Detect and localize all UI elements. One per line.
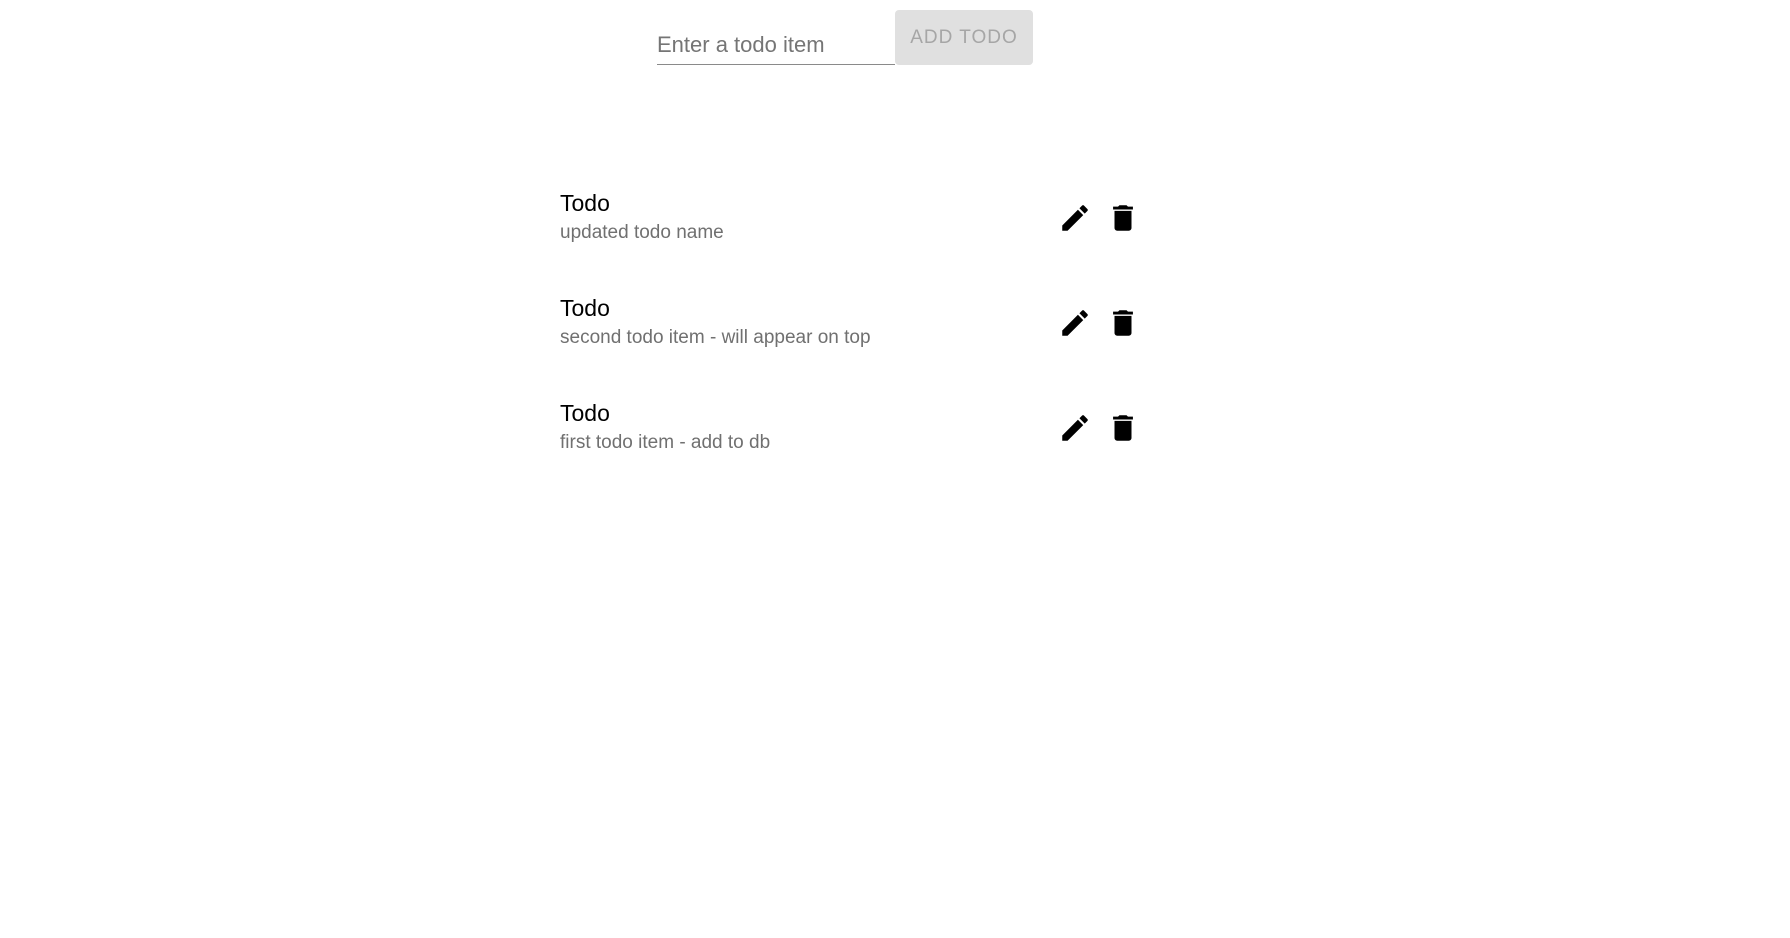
todo-text: Todo first todo item - add to db bbox=[560, 399, 770, 456]
todo-list-item: Todo first todo item - add to db bbox=[560, 385, 1150, 490]
trash-icon bbox=[1113, 205, 1133, 231]
pencil-icon bbox=[1062, 205, 1088, 231]
todo-app: ADD TODO Todo updated todo name Todo sec… bbox=[0, 0, 1790, 938]
todo-actions bbox=[1058, 201, 1140, 235]
delete-todo-button[interactable] bbox=[1106, 411, 1140, 445]
todo-list-item: Todo updated todo name bbox=[560, 175, 1150, 280]
add-todo-button[interactable]: ADD TODO bbox=[895, 10, 1033, 65]
pencil-icon bbox=[1062, 310, 1088, 336]
todo-input[interactable] bbox=[657, 11, 895, 65]
pencil-icon bbox=[1062, 415, 1088, 441]
todo-description: updated todo name bbox=[560, 222, 724, 243]
edit-todo-button[interactable] bbox=[1058, 411, 1092, 445]
add-todo-form: ADD TODO bbox=[657, 10, 1033, 65]
todo-title: Todo bbox=[560, 295, 610, 321]
trash-icon bbox=[1113, 310, 1133, 336]
todo-title: Todo bbox=[560, 400, 610, 426]
todo-list: Todo updated todo name Todo second todo … bbox=[560, 175, 1150, 490]
todo-actions bbox=[1058, 306, 1140, 340]
edit-todo-button[interactable] bbox=[1058, 306, 1092, 340]
trash-icon bbox=[1113, 415, 1133, 441]
delete-todo-button[interactable] bbox=[1106, 201, 1140, 235]
todo-description: first todo item - add to db bbox=[560, 432, 771, 453]
todo-title: Todo bbox=[560, 190, 610, 216]
todo-list-item: Todo second todo item - will appear on t… bbox=[560, 280, 1150, 385]
todo-description: second todo item - will appear on top bbox=[560, 327, 871, 348]
todo-text: Todo updated todo name bbox=[560, 189, 724, 246]
delete-todo-button[interactable] bbox=[1106, 306, 1140, 340]
todo-actions bbox=[1058, 411, 1140, 445]
edit-todo-button[interactable] bbox=[1058, 201, 1092, 235]
todo-text: Todo second todo item - will appear on t… bbox=[560, 294, 871, 351]
